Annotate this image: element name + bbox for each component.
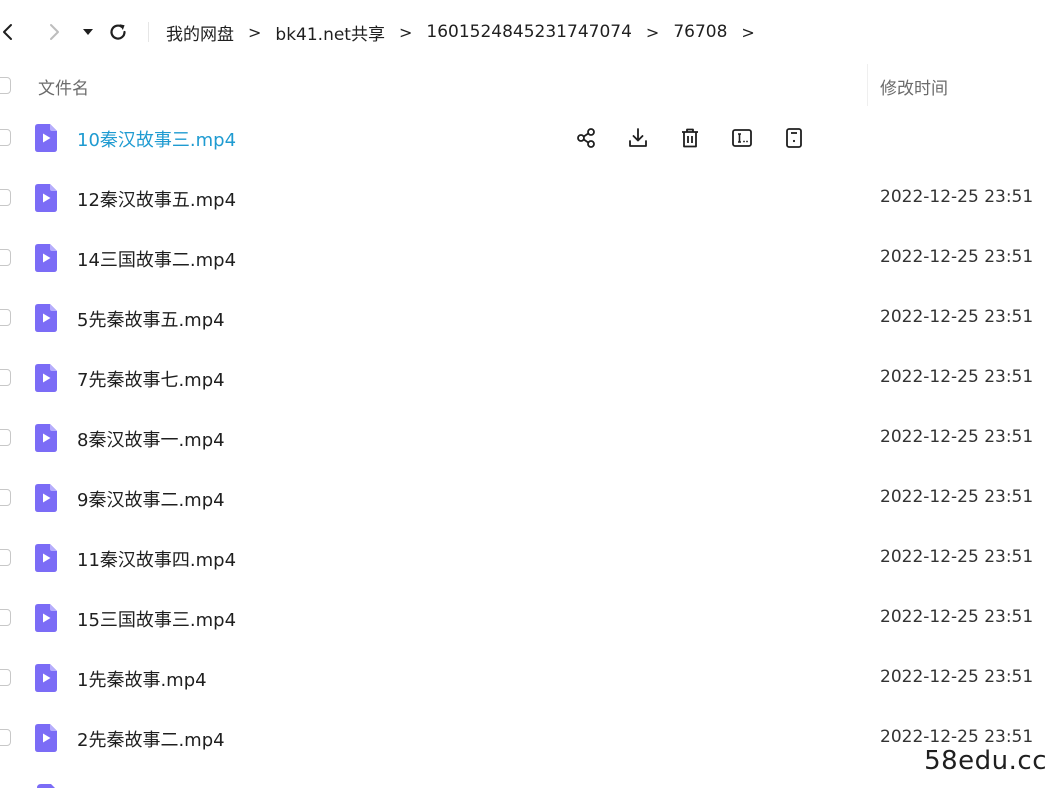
- file-row-checkbox[interactable]: [0, 309, 11, 326]
- file-row-checkbox[interactable]: [0, 429, 11, 446]
- row-actions: [572, 124, 832, 152]
- chevron-left-icon: [3, 24, 12, 40]
- share-icon: [577, 128, 595, 148]
- breadcrumb-item-root[interactable]: 我的网盘: [166, 20, 234, 45]
- file-row-checkbox[interactable]: [0, 249, 11, 266]
- file-name[interactable]: 5先秦故事五.mp4: [77, 306, 225, 332]
- breadcrumb: 我的网盘 > bk41.net共享 > 1601524845231747074 …: [166, 20, 769, 45]
- file-row-checkbox[interactable]: [0, 609, 11, 626]
- video-file-icon: [35, 604, 57, 632]
- file-name[interactable]: 1先秦故事.mp4: [77, 666, 207, 692]
- history-dropdown-button[interactable]: [76, 20, 100, 44]
- delete-button[interactable]: [676, 124, 704, 152]
- file-modified-time: 2022-12-25 23:51: [880, 607, 1034, 627]
- file-name[interactable]: 8秦汉故事一.mp4: [77, 426, 225, 452]
- video-file-icon: [35, 664, 57, 692]
- file-name[interactable]: 9秦汉故事二.mp4: [77, 486, 225, 512]
- delete-icon: [682, 128, 698, 148]
- file-modified-time: 2022-12-25 23:51: [880, 187, 1034, 207]
- file-list: 10秦汉故事三.mp4 12秦汉故事五.mp4 2022-12-25 23:51…: [0, 108, 1063, 768]
- video-file-icon: [35, 244, 57, 272]
- file-row-checkbox[interactable]: [0, 489, 11, 506]
- file-name[interactable]: 15三国故事三.mp4: [77, 606, 236, 632]
- file-row[interactable]: 14三国故事二.mp4 2022-12-25 23:51: [0, 228, 1063, 288]
- rename-button[interactable]: [728, 124, 756, 152]
- back-button[interactable]: [0, 20, 20, 44]
- file-name[interactable]: 2先秦故事二.mp4: [77, 726, 225, 752]
- caret-down-icon: [83, 29, 93, 35]
- video-file-icon: [35, 364, 57, 392]
- file-modified-time: 2022-12-25 23:51: [880, 667, 1034, 687]
- refresh-icon: [110, 24, 126, 40]
- file-row[interactable]: 9秦汉故事二.mp4 2022-12-25 23:51: [0, 468, 1063, 528]
- breadcrumb-separator: >: [398, 22, 413, 42]
- video-file-icon: [35, 484, 57, 512]
- details-button[interactable]: [780, 124, 808, 152]
- file-modified-time: 2022-12-25 23:51: [880, 307, 1034, 327]
- file-row-checkbox[interactable]: [0, 129, 11, 146]
- toolbar: 我的网盘 > bk41.net共享 > 1601524845231747074 …: [0, 12, 1063, 52]
- file-row[interactable]: 8秦汉故事一.mp4 2022-12-25 23:51: [0, 408, 1063, 468]
- column-divider[interactable]: [867, 64, 868, 106]
- breadcrumb-separator: >: [741, 22, 755, 42]
- file-name[interactable]: 14三国故事二.mp4: [77, 246, 236, 272]
- video-file-icon: [35, 184, 57, 212]
- file-modified-time: 2022-12-25 23:51: [880, 727, 1034, 747]
- column-header-modified-time[interactable]: 修改时间: [880, 74, 948, 99]
- file-row-checkbox[interactable]: [0, 369, 11, 386]
- breadcrumb-item-share[interactable]: bk41.net共享: [275, 20, 385, 45]
- file-row[interactable]: 2先秦故事二.mp4 2022-12-25 23:51: [0, 708, 1063, 768]
- video-file-icon: [35, 544, 57, 572]
- file-browser-window: 我的网盘 > bk41.net共享 > 1601524845231747074 …: [0, 0, 1063, 788]
- chevron-right-icon: [50, 24, 59, 40]
- video-file-icon: [35, 124, 57, 152]
- share-button[interactable]: [572, 124, 600, 152]
- download-button[interactable]: [624, 124, 652, 152]
- breadcrumb-item-current[interactable]: 76708: [673, 22, 727, 42]
- video-file-icon: [37, 784, 55, 788]
- file-row[interactable]: 5先秦故事五.mp4 2022-12-25 23:51: [0, 288, 1063, 348]
- forward-button[interactable]: [42, 20, 66, 44]
- watermark: 58edu.cc: [924, 746, 1047, 776]
- column-header-name[interactable]: 文件名: [38, 74, 89, 99]
- file-row[interactable]: 10秦汉故事三.mp4: [0, 108, 1063, 168]
- file-row[interactable]: 15三国故事三.mp4 2022-12-25 23:51: [0, 588, 1063, 648]
- file-row-checkbox[interactable]: [0, 669, 11, 686]
- file-name[interactable]: 10秦汉故事三.mp4: [77, 126, 236, 152]
- file-modified-time: 2022-12-25 23:51: [880, 367, 1034, 387]
- file-row-checkbox[interactable]: [0, 189, 11, 206]
- details-icon: [786, 128, 802, 148]
- file-row[interactable]: 1先秦故事.mp4 2022-12-25 23:51: [0, 648, 1063, 708]
- file-list-header: 文件名 修改时间: [0, 64, 1063, 106]
- file-row-checkbox[interactable]: [0, 729, 11, 746]
- toolbar-divider: [148, 22, 149, 42]
- rename-icon: [732, 129, 752, 147]
- refresh-button[interactable]: [106, 20, 130, 44]
- select-all-checkbox[interactable]: [0, 77, 11, 94]
- file-name[interactable]: 7先秦故事七.mp4: [77, 366, 225, 392]
- file-row-checkbox[interactable]: [0, 549, 11, 566]
- video-file-icon: [35, 304, 57, 332]
- file-modified-time: 2022-12-25 23:51: [880, 247, 1034, 267]
- download-icon: [629, 128, 647, 147]
- breadcrumb-item-folder-id[interactable]: 1601524845231747074: [426, 22, 632, 42]
- video-file-icon: [35, 724, 57, 752]
- file-row[interactable]: 12秦汉故事五.mp4 2022-12-25 23:51: [0, 168, 1063, 228]
- file-modified-time: 2022-12-25 23:51: [880, 487, 1034, 507]
- file-name[interactable]: 11秦汉故事四.mp4: [77, 546, 236, 572]
- file-modified-time: 2022-12-25 23:51: [880, 427, 1034, 447]
- video-file-icon: [35, 424, 57, 452]
- file-row[interactable]: 7先秦故事七.mp4 2022-12-25 23:51: [0, 348, 1063, 408]
- file-modified-time: 2022-12-25 23:51: [880, 547, 1034, 567]
- breadcrumb-separator: >: [248, 22, 262, 42]
- file-row[interactable]: 11秦汉故事四.mp4 2022-12-25 23:51: [0, 528, 1063, 588]
- file-name[interactable]: 12秦汉故事五.mp4: [77, 186, 236, 212]
- breadcrumb-separator: >: [645, 22, 660, 42]
